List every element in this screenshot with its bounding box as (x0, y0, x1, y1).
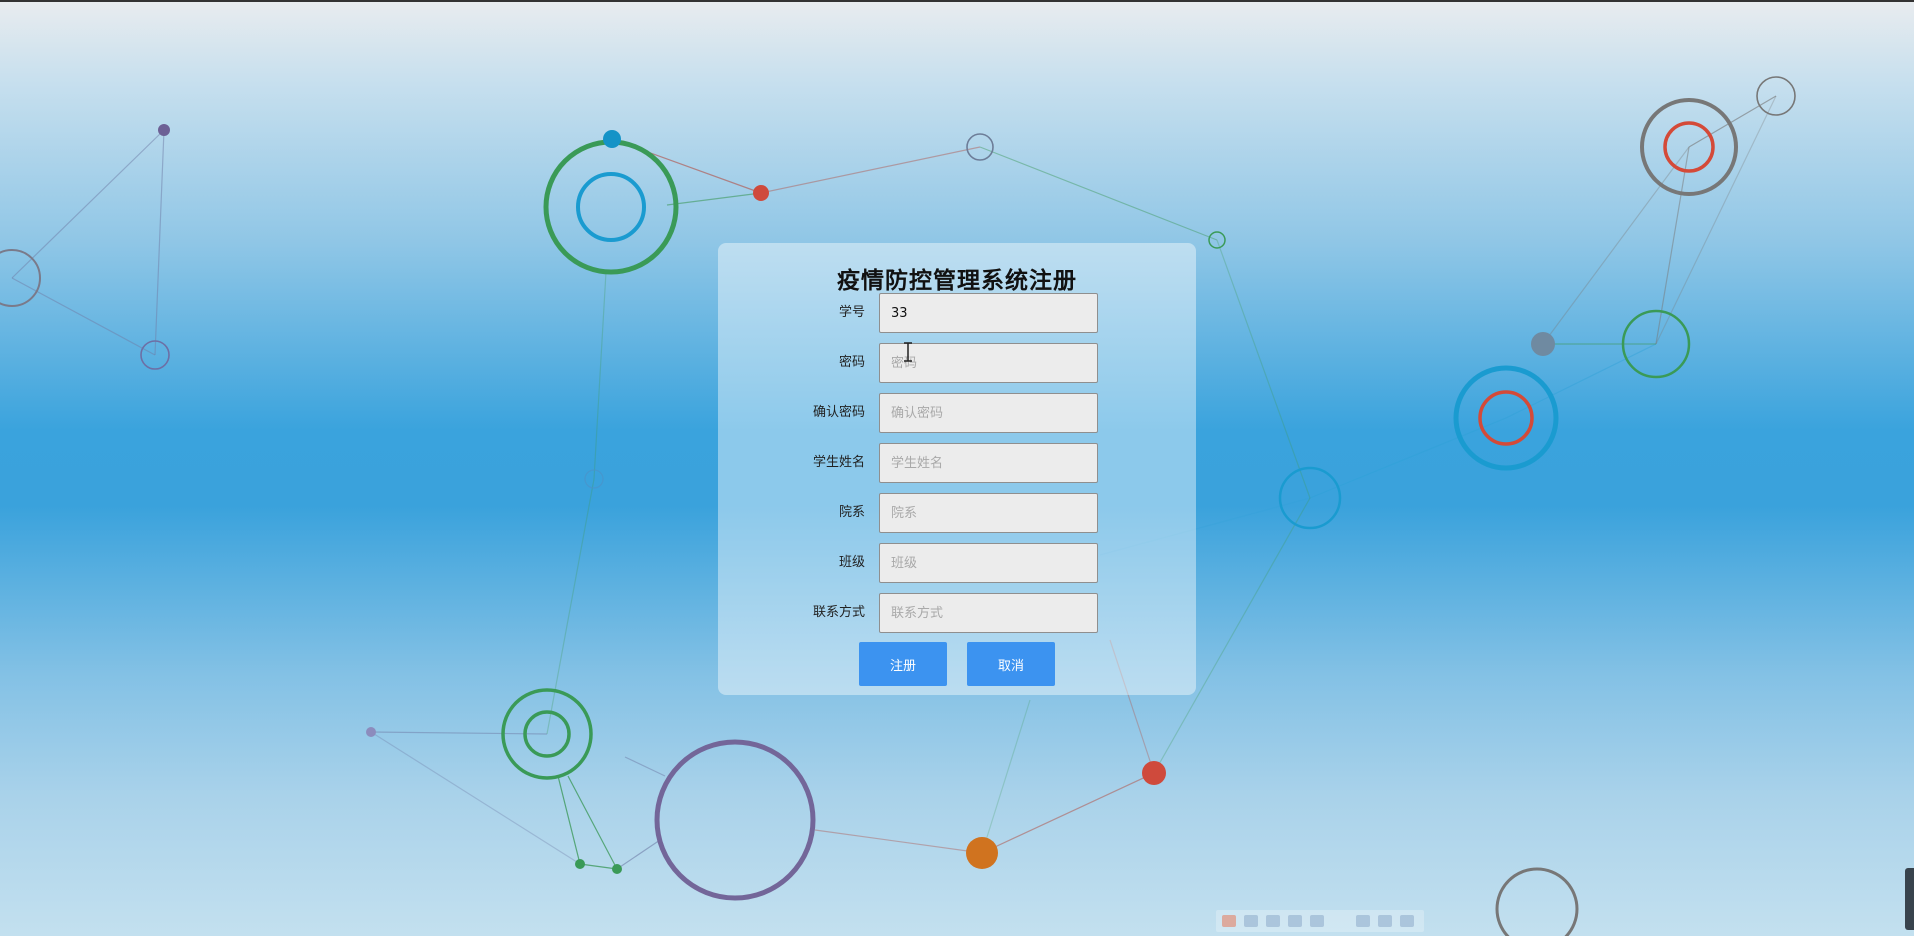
tray-icon (1266, 915, 1280, 927)
department-input[interactable] (879, 493, 1098, 533)
tray-icon (1310, 915, 1324, 927)
student-id-label: 学号 (838, 305, 865, 320)
field-row-confirm-password: 确认密码 (718, 393, 1196, 433)
class-label: 班级 (838, 555, 865, 570)
field-row-student-id: 学号 (718, 293, 1196, 333)
field-row-contact: 联系方式 (718, 593, 1196, 633)
confirm-password-label: 确认密码 (812, 405, 865, 420)
confirm-password-input[interactable] (879, 393, 1098, 433)
tray-icon (1244, 915, 1258, 927)
input-method-toolbar (1216, 910, 1424, 932)
register-form-panel: 疫情防控管理系统注册 学号 密码 确认密码 学生姓名 院系 班级 联系方式 注册… (718, 243, 1196, 695)
student-name-input[interactable] (879, 443, 1098, 483)
field-row-student-name: 学生姓名 (718, 443, 1196, 483)
department-label: 院系 (838, 505, 865, 520)
scrollbar-handle[interactable] (1905, 868, 1914, 930)
contact-input[interactable] (879, 593, 1098, 633)
field-row-password: 密码 (718, 343, 1196, 383)
tray-icon (1288, 915, 1302, 927)
student-id-input[interactable] (879, 293, 1098, 333)
contact-label: 联系方式 (812, 605, 865, 620)
field-row-class: 班级 (718, 543, 1196, 583)
form-title: 疫情防控管理系统注册 (837, 268, 1077, 294)
tray-icon (1400, 915, 1414, 927)
cancel-button[interactable]: 取消 (967, 642, 1055, 686)
class-input[interactable] (879, 543, 1098, 583)
password-label: 密码 (838, 355, 865, 370)
tray-icon (1378, 915, 1392, 927)
field-row-department: 院系 (718, 493, 1196, 533)
register-button[interactable]: 注册 (859, 642, 947, 686)
tray-icon (1356, 915, 1370, 927)
i-beam-cursor-icon (904, 342, 912, 362)
input-method-logo-icon (1222, 915, 1236, 927)
student-name-label: 学生姓名 (812, 455, 865, 470)
